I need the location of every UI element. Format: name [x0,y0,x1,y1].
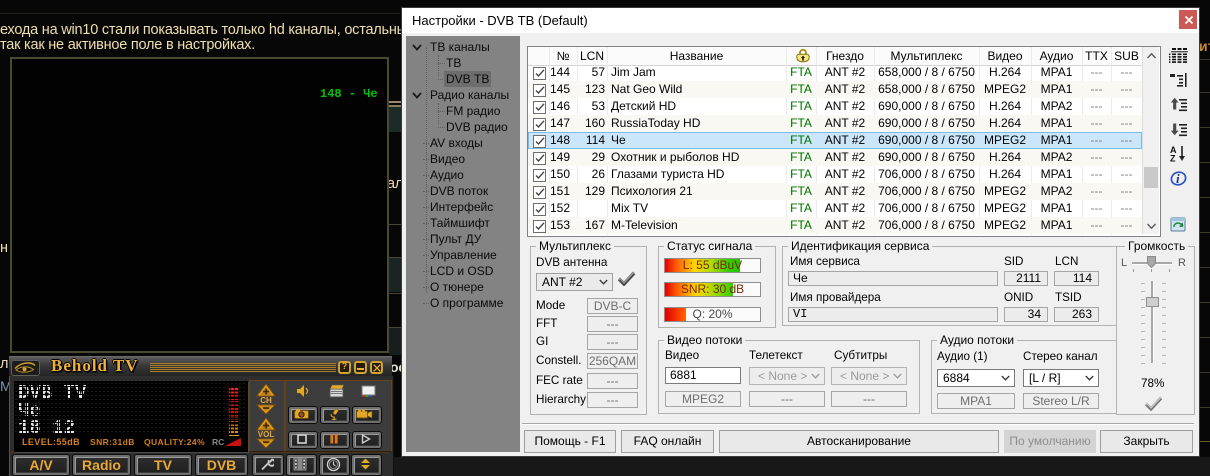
svg-text:Z: Z [1170,154,1176,163]
svg-text:i: i [1176,171,1180,186]
